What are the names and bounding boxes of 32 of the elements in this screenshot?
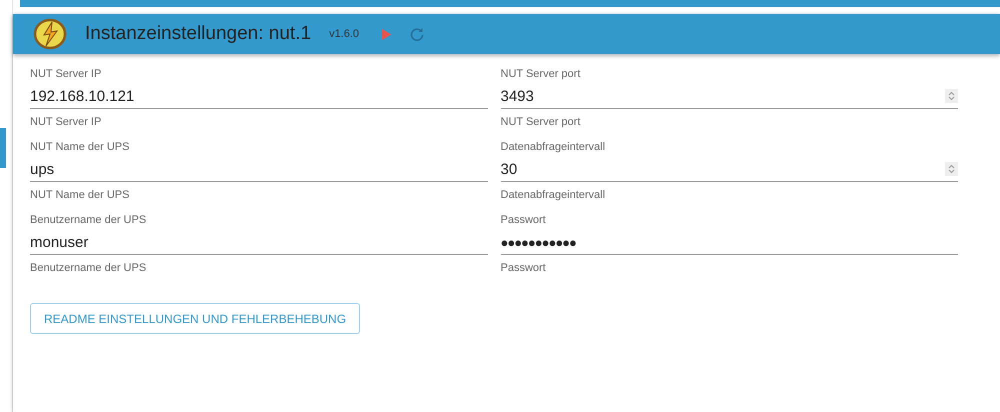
field-value: ups [30, 160, 56, 178]
helper-text: Passwort [500, 262, 547, 274]
field-label: Passwort [500, 214, 547, 228]
spinner-icon[interactable] [945, 89, 958, 103]
reload-icon[interactable] [410, 27, 424, 41]
input-field[interactable]: 192.168.10.121 [30, 84, 488, 109]
input-field[interactable]: 30 [500, 157, 958, 182]
field-label: Benutzername der UPS [30, 214, 148, 228]
field-label: NUT Name der UPS [30, 141, 130, 155]
helper-text: NUT Server IP [30, 116, 102, 128]
lightning-logo-icon [33, 18, 67, 50]
field-value: monuser [30, 234, 90, 250]
sidebar-tab-indicator [0, 128, 6, 168]
helper-text: Benutzername der UPS [30, 262, 148, 274]
instance-title: Instanzeinstellungen: nut.1 [85, 23, 312, 45]
field-label: NUT Server port [500, 68, 582, 82]
helper-text: Datenabfrageintervall [500, 189, 606, 201]
password-value: ●●●●●●●●●●● [500, 234, 577, 250]
input-field[interactable]: ●●●●●●●●●●● [500, 230, 958, 255]
helper-text: NUT Name der UPS [30, 189, 130, 201]
input-field[interactable]: ups [30, 157, 488, 182]
field-value: 30 [500, 160, 518, 178]
field-label: NUT Server IP [30, 68, 102, 82]
helper-text: NUT Server port [500, 116, 582, 128]
input-field[interactable]: 3493 [500, 84, 958, 109]
input-field[interactable]: monuser [30, 230, 488, 255]
spinner-icon[interactable] [945, 162, 958, 176]
field-label: Datenabfrageintervall [500, 141, 606, 155]
field-value: 3493 [500, 88, 535, 104]
play-icon[interactable] [381, 28, 392, 40]
field-value: 192.168.10.121 [30, 88, 136, 104]
version-label: v1.6.0 [329, 28, 360, 40]
